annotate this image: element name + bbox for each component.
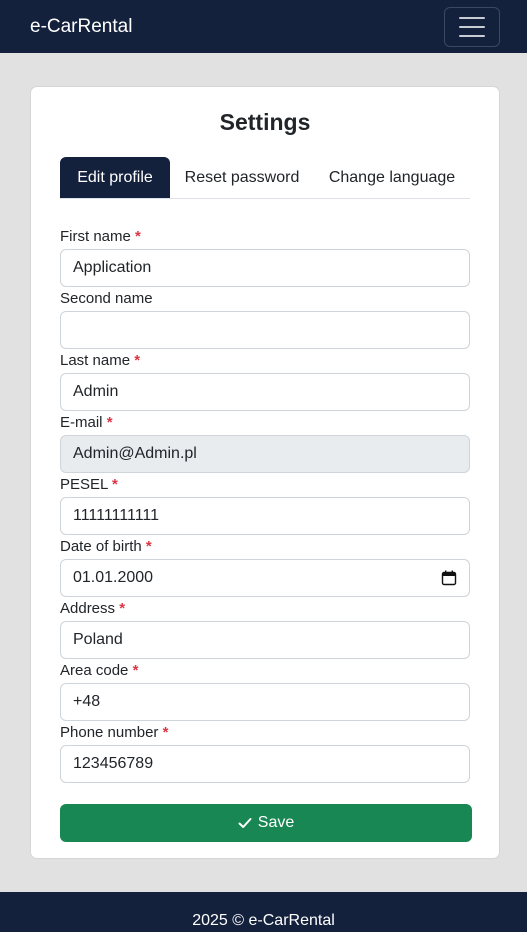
- phone-number-input[interactable]: 123456789: [60, 745, 470, 783]
- second-name-field: Second name: [60, 287, 470, 349]
- tab-edit-profile[interactable]: Edit profile: [60, 157, 170, 198]
- area-code-field: Area code * +48: [60, 659, 470, 721]
- email-input: Admin@Admin.pl: [60, 435, 470, 473]
- hamburger-icon-line: [459, 34, 485, 37]
- date-of-birth-field: Date of birth * 01.01.2000: [60, 535, 470, 597]
- settings-card: Settings Edit profile Reset password Cha…: [30, 86, 500, 859]
- phone-number-field: Phone number * 123456789: [60, 721, 470, 783]
- footer-text: 2025 © e-CarRental: [192, 912, 335, 929]
- calendar-icon[interactable]: [441, 570, 457, 586]
- check-icon: [238, 818, 252, 828]
- address-label: Address *: [60, 600, 126, 617]
- required-marker: *: [134, 352, 141, 369]
- required-marker: *: [145, 538, 152, 555]
- date-of-birth-input[interactable]: 01.01.2000: [60, 559, 470, 597]
- pesel-label: PESEL *: [60, 476, 118, 493]
- last-name-field: Last name * Admin: [60, 349, 470, 411]
- brand-logo[interactable]: e-CarRental: [30, 16, 132, 38]
- second-name-label: Second name: [60, 290, 153, 307]
- first-name-label: First name *: [60, 228, 141, 245]
- footer: 2025 © e-CarRental: [0, 892, 527, 932]
- address-input[interactable]: Poland: [60, 621, 470, 659]
- required-marker: *: [119, 600, 126, 617]
- pesel-field: PESEL * 11111111111: [60, 473, 470, 535]
- page-title: Settings: [219, 109, 311, 135]
- hamburger-icon-line: [459, 25, 485, 28]
- pesel-input[interactable]: 11111111111: [60, 497, 470, 535]
- first-name-input[interactable]: Application: [60, 249, 470, 287]
- phone-number-label: Phone number *: [60, 724, 169, 741]
- hamburger-icon-line: [459, 16, 485, 19]
- last-name-label: Last name *: [60, 352, 141, 369]
- email-field: E-mail * Admin@Admin.pl: [60, 411, 470, 473]
- date-of-birth-label: Date of birth *: [60, 538, 152, 555]
- email-label: E-mail *: [60, 414, 113, 431]
- required-marker: *: [132, 662, 139, 679]
- settings-tabs: Edit profile Reset password Change langu…: [60, 157, 470, 199]
- tab-change-language[interactable]: Change language: [314, 157, 470, 198]
- profile-form: First name * Application Second name Las…: [60, 225, 470, 783]
- required-marker: *: [111, 476, 118, 493]
- first-name-field: First name * Application: [60, 225, 470, 287]
- save-label: Save: [257, 814, 295, 831]
- save-button[interactable]: Save: [60, 804, 472, 842]
- required-marker: *: [135, 228, 141, 245]
- required-marker: *: [106, 414, 113, 431]
- last-name-input[interactable]: Admin: [60, 373, 470, 411]
- navbar: e-CarRental: [0, 0, 527, 53]
- second-name-input[interactable]: [60, 311, 470, 349]
- tab-reset-password[interactable]: Reset password: [170, 157, 314, 198]
- address-field: Address * Poland: [60, 597, 470, 659]
- area-code-input[interactable]: +48: [60, 683, 470, 721]
- required-marker: *: [162, 724, 169, 741]
- area-code-label: Area code *: [60, 662, 139, 679]
- menu-toggle-button[interactable]: [444, 6, 500, 47]
